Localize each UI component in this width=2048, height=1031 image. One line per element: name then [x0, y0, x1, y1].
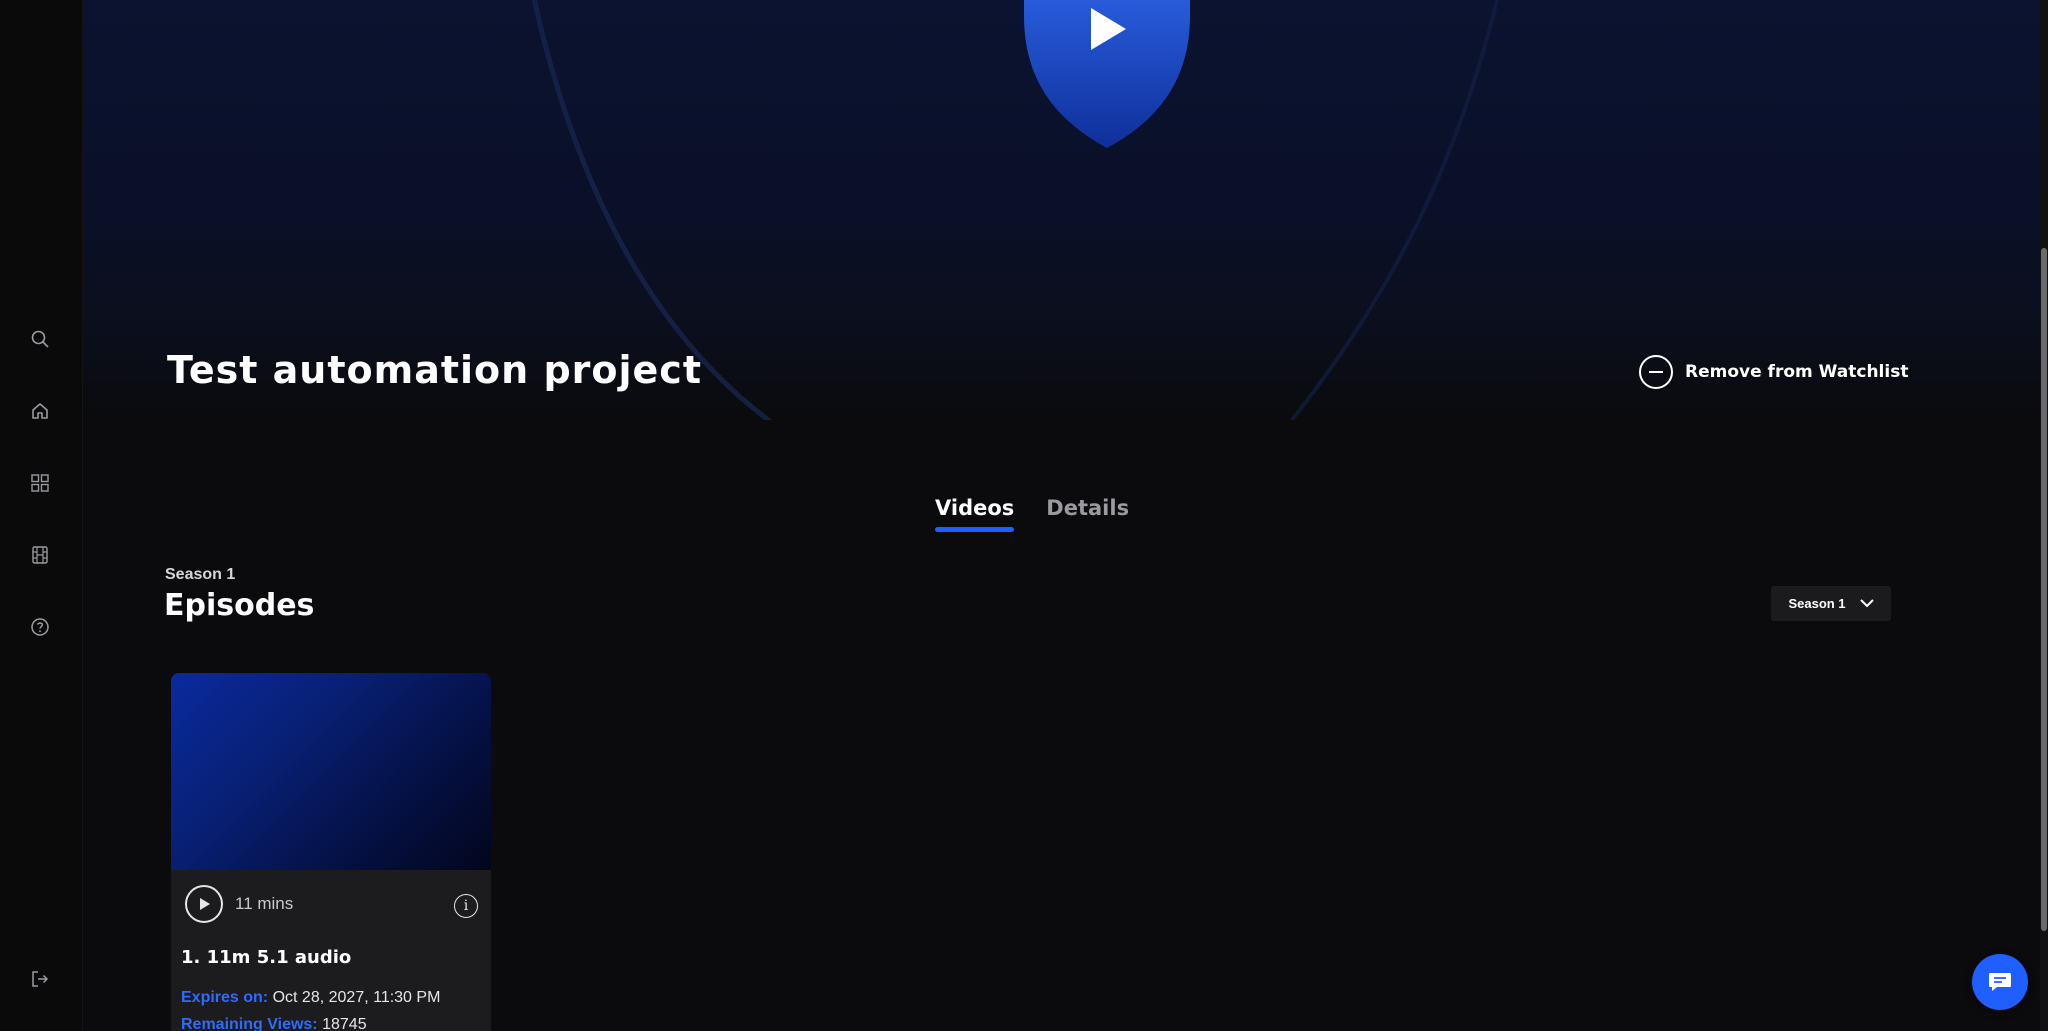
content-tabs: Videos Details — [935, 496, 1129, 532]
episode-expiry: Expires on: Oct 28, 2027, 11:30 PM — [181, 989, 440, 1007]
remove-from-watchlist-button[interactable]: Remove from Watchlist — [1639, 355, 1908, 389]
season-dropdown-value: Season 1 — [1788, 596, 1846, 611]
tab-videos[interactable]: Videos — [935, 496, 1015, 532]
play-icon[interactable] — [185, 885, 223, 923]
expires-value: Oct 28, 2027, 11:30 PM — [272, 989, 441, 1006]
watchlist-label: Remove from Watchlist — [1685, 362, 1909, 382]
help-icon[interactable] — [29, 616, 51, 638]
grid-icon[interactable] — [29, 472, 51, 494]
film-icon[interactable] — [29, 544, 51, 566]
episode-thumbnail[interactable] — [171, 673, 491, 870]
logout-icon[interactable] — [29, 968, 51, 990]
chevron-down-icon — [1859, 599, 1874, 608]
episode-duration: 11 mins — [235, 894, 294, 913]
minus-circle-icon — [1639, 355, 1673, 389]
page: Test automation project Remove from Watc… — [0, 0, 2048, 1031]
page-title: Test automation project — [167, 348, 702, 392]
views-label: Remaining Views: — [181, 1016, 318, 1031]
tab-details[interactable]: Details — [1046, 496, 1129, 530]
episodes-heading: Episodes — [164, 588, 315, 623]
episode-views: Remaining Views: 18745 — [181, 1016, 367, 1031]
chat-icon[interactable] — [1972, 954, 2028, 1010]
episode-meta: 11 mins — [185, 885, 293, 923]
search-icon[interactable] — [29, 328, 51, 350]
page-scrollbar[interactable] — [2040, 0, 2048, 1031]
scrollbar-thumb[interactable] — [2041, 248, 2047, 931]
home-icon[interactable] — [29, 400, 51, 422]
info-icon[interactable]: i — [454, 894, 478, 918]
season-dropdown[interactable]: Season 1 — [1771, 586, 1891, 621]
views-value: 18745 — [322, 1016, 367, 1031]
sidebar — [0, 0, 83, 1031]
shield-play-icon[interactable] — [1022, 0, 1192, 151]
episode-card[interactable]: 11 mins i 1. 11m 5.1 audio Expires on: O… — [171, 673, 491, 1031]
episode-title: 1. 11m 5.1 audio — [181, 947, 352, 968]
expires-label: Expires on: — [181, 989, 269, 1006]
season-label: Season 1 — [165, 566, 236, 583]
